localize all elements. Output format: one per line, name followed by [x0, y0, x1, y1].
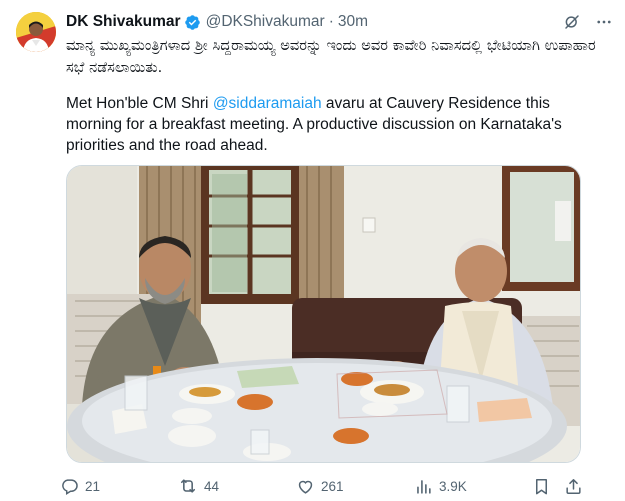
tweet-text-kannada: ಮಾನ್ಯ ಮುಖ್ಯಮಂತ್ರಿಗಳಾದ ಶ್ರೀ ಸಿದ್ದರಾಮಯ್ಯ ಅ…	[66, 38, 596, 76]
separator-dot: ·	[328, 13, 334, 30]
views-icon	[417, 479, 431, 494]
bookmark-icon	[535, 478, 548, 494]
tweet-card[interactable]: DK Shivakumar @DKShivakumar · 30m ಮಾನ್ಯ …	[0, 0, 625, 501]
reply-icon	[62, 478, 78, 495]
tweet-text-english: Met Hon'ble CM Shri @siddaramaiah avaru …	[66, 93, 606, 156]
like-icon	[298, 480, 313, 494]
views-button[interactable]: 3.9K	[414, 474, 467, 498]
share-button[interactable]	[564, 474, 583, 498]
avatar[interactable]	[16, 12, 56, 52]
more-icon[interactable]	[595, 13, 613, 31]
timestamp[interactable]: 30m	[338, 13, 368, 31]
tweet-text-prefix: Met Hon'ble CM Shri	[66, 95, 213, 112]
bookmark-button[interactable]	[532, 474, 551, 498]
handle[interactable]: @DKShivakumar	[206, 13, 325, 31]
action-bar: 21 44 261 3.9K	[60, 474, 590, 498]
like-count: 261	[321, 478, 344, 494]
avatar-image	[16, 12, 56, 52]
repost-button[interactable]: 44	[178, 474, 219, 498]
repost-count: 44	[204, 478, 220, 494]
reply-count: 21	[85, 478, 101, 494]
tweet-photo[interactable]	[66, 165, 581, 463]
breakfast-meeting-photo	[67, 166, 580, 462]
grok-icon[interactable]	[563, 13, 581, 31]
like-button[interactable]: 261	[296, 474, 344, 498]
header-actions	[563, 13, 613, 31]
repost-icon	[180, 479, 196, 493]
tweet-header: DK Shivakumar @DKShivakumar · 30m	[66, 11, 613, 33]
reply-button[interactable]: 21	[60, 474, 100, 498]
views-count: 3.9K	[439, 478, 467, 494]
display-name[interactable]: DK Shivakumar	[66, 13, 181, 31]
share-icon	[566, 478, 581, 494]
mention-link[interactable]: @siddaramaiah	[213, 95, 322, 112]
verified-badge-icon	[184, 14, 201, 31]
